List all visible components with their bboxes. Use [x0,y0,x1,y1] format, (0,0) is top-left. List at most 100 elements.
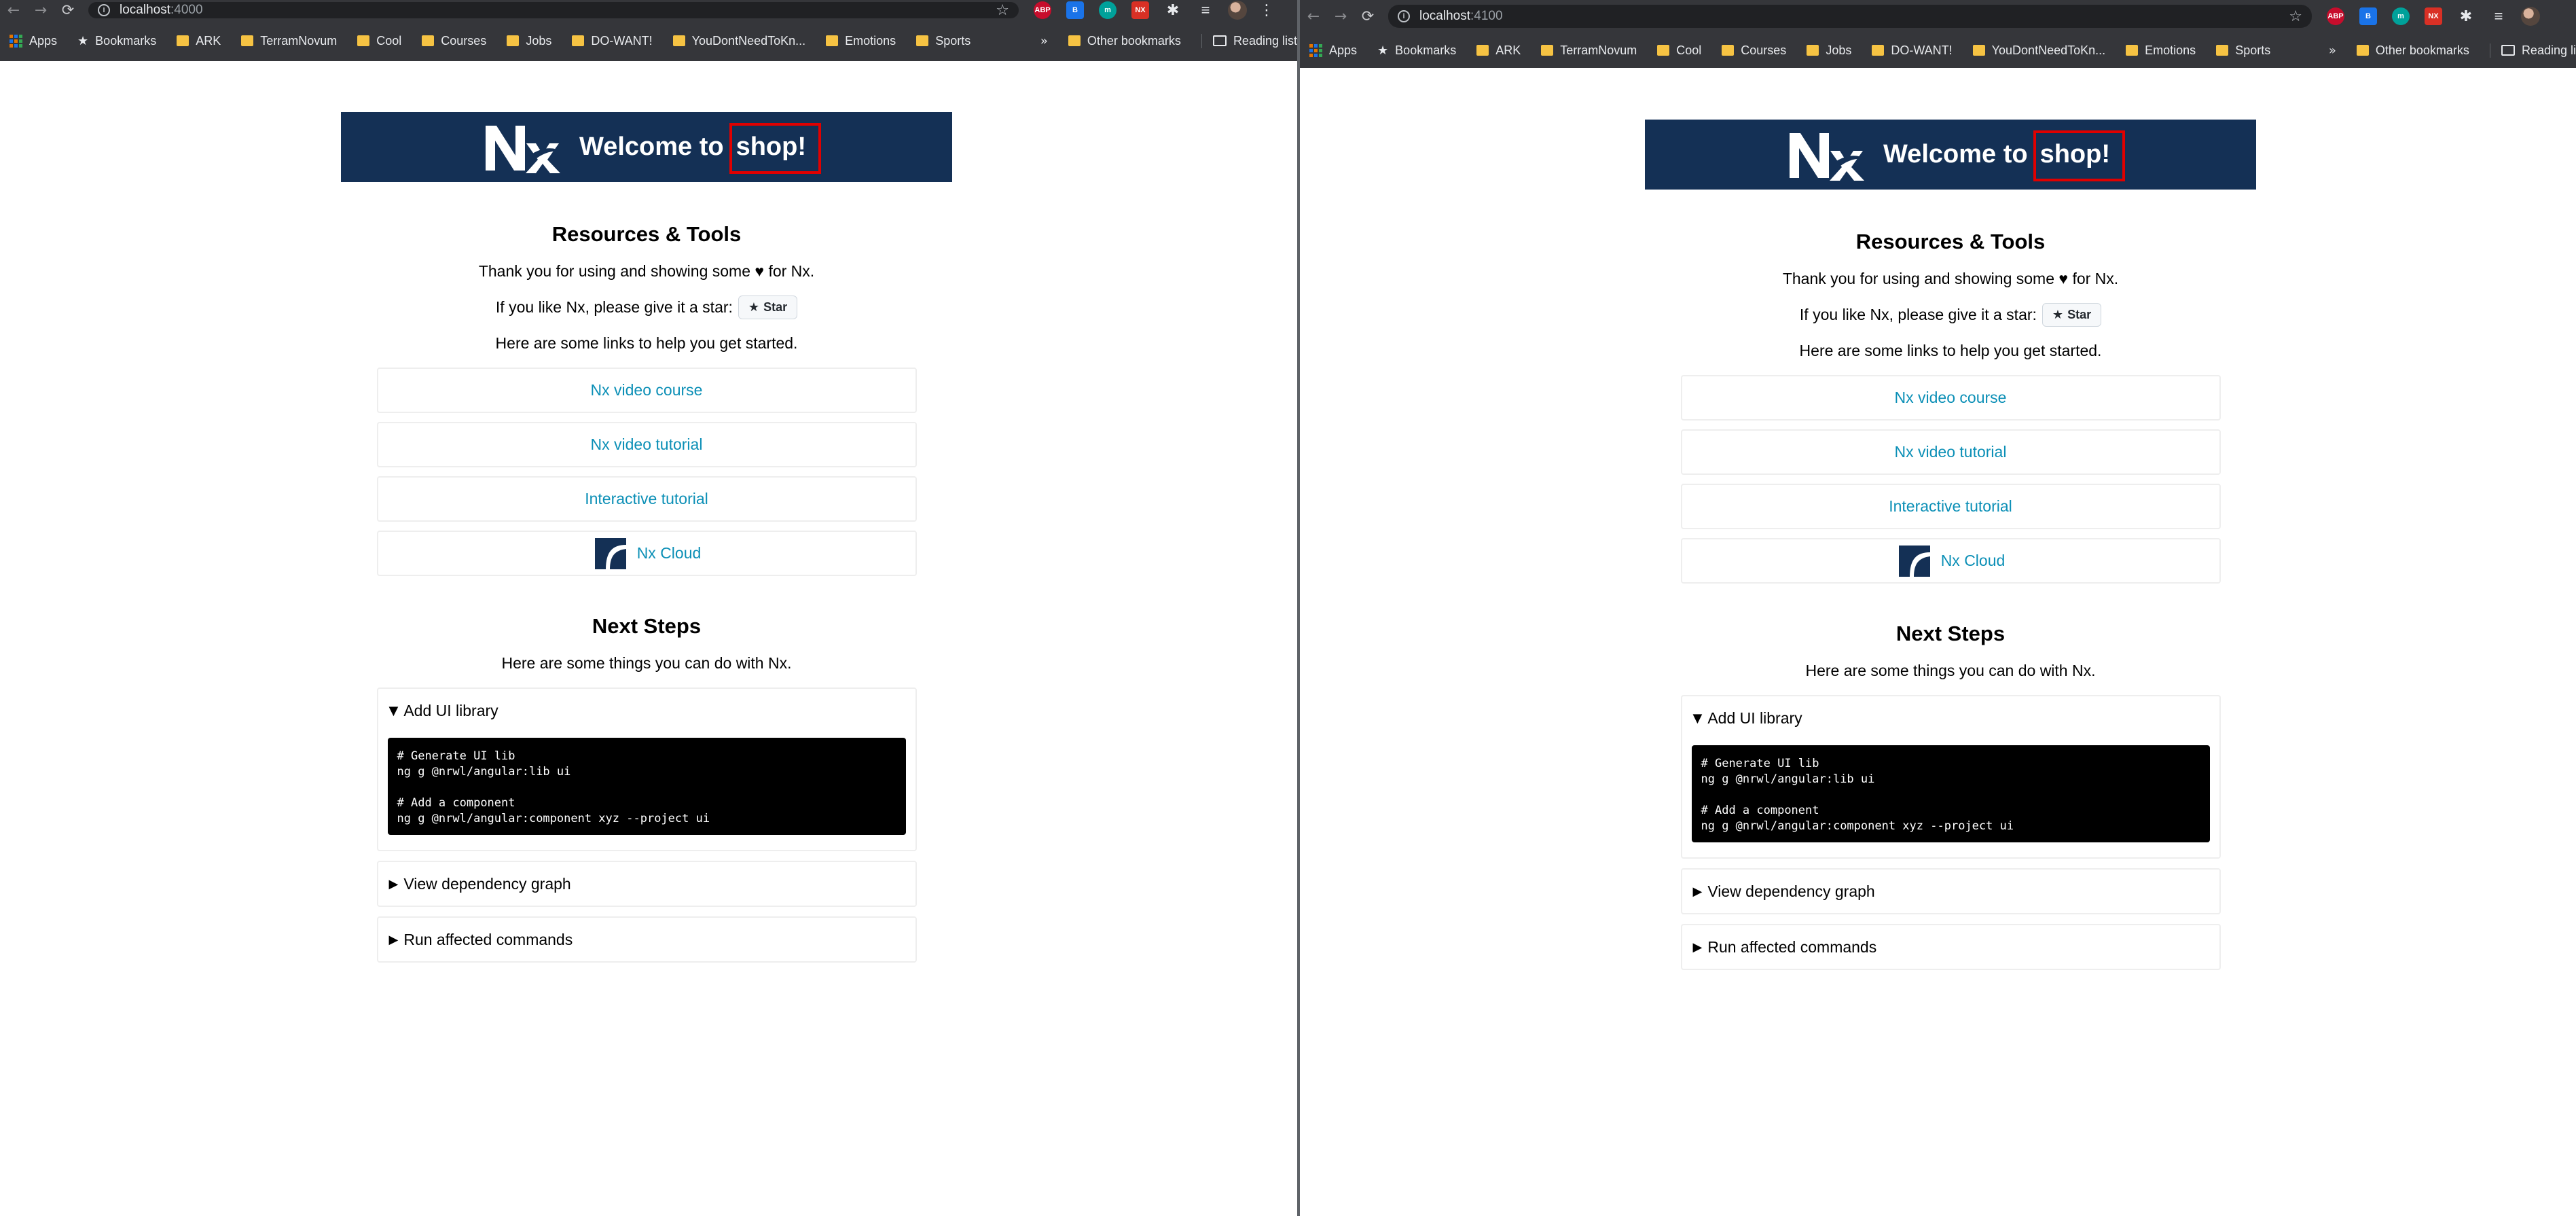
step-summary[interactable]: ▼ Add UI library [1682,696,2219,740]
bookmark-folder[interactable]: ARK [177,34,221,48]
bookmark-folder[interactable]: ARK [1476,43,1521,58]
bookmark-folder[interactable]: Sports [2216,43,2270,58]
bookmark-folder[interactable]: Cool [1657,43,1701,58]
link-interactive-tutorial[interactable]: Interactive tutorial [1680,484,2221,529]
reading-list-button[interactable]: Reading list [1201,33,1297,48]
link-nx-cloud[interactable]: Nx Cloud [1680,538,2221,584]
resource-links: Nx video course Nx video tutorial Intera… [1680,375,2221,584]
browser-window-left: ← → ⟳ i localhost:4000 ☆ ABP B m NX ✱ ≡ … [0,0,1297,1216]
links-intro: Here are some links to help you get star… [495,334,798,352]
bookmark-folder[interactable]: YouDontNeedToKn... [672,33,806,48]
link-nx-video-course[interactable]: Nx video course [1680,375,2221,421]
bookmark-folder[interactable]: DO-WANT! [1872,43,1953,58]
bookmark-folder[interactable]: Jobs [507,34,551,48]
bookmark-folder[interactable]: DO-WANT! [572,34,653,48]
bookmark-folder[interactable]: TerramNovum [241,34,337,48]
step-title: Add UI library [1707,709,1802,727]
adblock-extension-icon[interactable]: ABP [1034,1,1051,19]
extension-nx-icon[interactable]: NX [1131,1,1149,19]
bookmark-apps[interactable]: Apps [1309,43,1357,58]
extensions-puzzle-icon[interactable]: ✱ [2457,7,2475,25]
bookmark-folder[interactable]: YouDontNeedToKn... [1972,43,2105,58]
folder-icon [177,35,189,46]
folder-icon [2356,45,2369,56]
extensions-puzzle-icon[interactable]: ✱ [1164,1,1182,19]
triangle-right-icon: ▶ [388,932,399,947]
link-nx-cloud[interactable]: Nx Cloud [376,531,917,576]
back-arrow-icon[interactable]: ← [1300,8,1327,25]
bookmark-folder[interactable]: Emotions [2126,43,2196,58]
bookmark-other[interactable]: Other bookmarks [1068,34,1181,48]
next-steps-list: ▼ Add UI library # Generate UI lib ng g @… [1680,695,2221,970]
profile-avatar[interactable] [2521,7,2540,26]
adblock-extension-icon[interactable]: ABP [2327,7,2344,25]
star-button-label: Star [2067,308,2092,321]
bookmark-folder[interactable]: Emotions [826,34,896,48]
bookmark-folder[interactable]: Sports [916,34,970,48]
bookmark-bookmarks[interactable]: ★ Bookmarks [77,34,156,48]
bookmarks-bar: Apps ★ Bookmarks ARK TerramNovum Cool Cou… [0,20,1297,61]
app-name: shop! [729,123,821,174]
step-title: View dependency graph [1707,882,1875,900]
reload-icon[interactable]: ⟳ [54,2,81,19]
step-summary[interactable]: ▶ View dependency graph [1682,870,2219,913]
step-summary[interactable]: ▶ Run affected commands [378,918,915,961]
bookmark-folder[interactable]: Courses [1722,43,1786,58]
bookmark-label: YouDontNeedToKn... [691,33,806,48]
step-summary[interactable]: ▼ Add UI library [378,689,915,732]
reading-list-icon [1212,35,1227,46]
profile-avatar[interactable] [1228,1,1247,20]
bookmark-folder[interactable]: Courses [422,34,486,48]
address-bar[interactable]: i localhost:4100 ☆ [1388,5,2312,28]
bookmarks-overflow-chevron[interactable]: » [2329,43,2336,58]
github-star-button[interactable]: ★ Star [2042,303,2102,327]
step-summary[interactable]: ▶ Run affected commands [1682,925,2219,969]
extension-b-icon[interactable]: B [1066,1,1084,19]
reload-icon[interactable]: ⟳ [1354,8,1381,25]
media-playlist-icon[interactable]: ≡ [2490,7,2507,25]
next-steps-intro: Here are some things you can do with Nx. [1805,662,2096,679]
extension-b-icon[interactable]: B [2359,7,2377,25]
info-icon[interactable]: i [1398,10,1410,22]
triangle-down-icon: ▼ [1692,711,1703,726]
thanks-text: Thank you for using and showing some ♥ f… [478,262,815,280]
address-host: localhost [1419,9,1470,23]
extension-nx-icon[interactable]: NX [2425,7,2442,25]
step-add-ui-library: ▼ Add UI library # Generate UI lib ng g @… [1680,695,2221,859]
link-nx-video-course[interactable]: Nx video course [376,368,917,413]
extension-m-icon[interactable]: m [2392,7,2410,25]
step-add-ui-library: ▼ Add UI library # Generate UI lib ng g @… [376,687,917,851]
step-summary[interactable]: ▶ View dependency graph [378,862,915,906]
link-interactive-tutorial[interactable]: Interactive tutorial [376,476,917,522]
forward-arrow-icon[interactable]: → [1327,8,1354,25]
page-content: Welcome to shop! Resources & Tools Thank… [1645,120,2256,980]
info-icon[interactable]: i [98,4,110,16]
link-nx-video-tutorial[interactable]: Nx video tutorial [376,422,917,467]
back-arrow-icon[interactable]: ← [0,2,27,19]
media-playlist-icon[interactable]: ≡ [1197,1,1214,19]
bookmark-folder[interactable]: TerramNovum [1541,43,1637,58]
nx-cloud-icon [594,537,626,569]
step-title: View dependency graph [403,874,571,893]
bookmark-star-icon[interactable]: ☆ [2289,8,2302,25]
folder-icon [1476,45,1489,56]
bookmarks-bar: Apps ★ Bookmarks ARK TerramNovum Cool Cou… [1300,33,2576,68]
extension-m-icon[interactable]: m [1099,1,1117,19]
bookmark-folder[interactable]: Jobs [1807,43,1851,58]
bookmark-apps[interactable]: Apps [10,34,57,48]
link-nx-video-tutorial[interactable]: Nx video tutorial [1680,429,2221,475]
reading-list-button[interactable]: Reading li [2489,43,2576,58]
folder-icon [241,35,254,46]
bookmark-folder[interactable]: Cool [357,34,401,48]
bookmark-label: Emotions [845,33,896,48]
bookmark-bookmarks[interactable]: ★ Bookmarks [1377,43,1456,58]
bookmarks-overflow-chevron[interactable]: » [1040,34,1048,48]
kebab-menu-icon[interactable]: ⋮ [1259,2,1274,19]
forward-arrow-icon[interactable]: → [27,2,54,19]
bookmark-label: ARK [1495,43,1521,57]
bookmark-star-icon[interactable]: ☆ [996,2,1009,19]
bookmark-label: TerramNovum [1560,43,1637,57]
bookmark-other[interactable]: Other bookmarks [2356,43,2469,58]
github-star-button[interactable]: ★ Star [738,296,798,319]
address-bar[interactable]: i localhost:4000 ☆ [88,2,1019,19]
